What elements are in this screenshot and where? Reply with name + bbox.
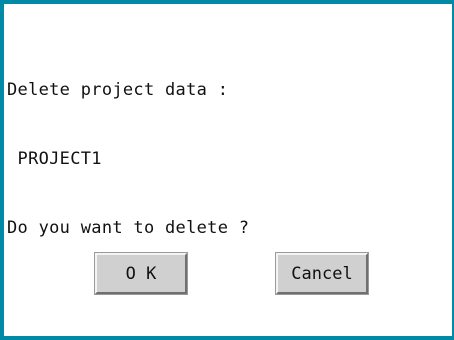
- ok-button[interactable]: O K: [94, 252, 188, 295]
- dialog-frame-top: [0, 0, 454, 4]
- cancel-button[interactable]: Cancel: [275, 252, 369, 295]
- dialog-message: Delete project data : PROJECT1 Do you wa…: [7, 33, 249, 286]
- project-name: PROJECT1: [7, 149, 102, 169]
- dialog-frame-left: [0, 0, 4, 340]
- delete-project-dialog: Delete project data : PROJECT1 Do you wa…: [0, 0, 454, 340]
- confirm-question: Do you want to delete ?: [7, 218, 250, 238]
- message-title: Delete project data :: [7, 80, 229, 100]
- dialog-frame-bottom: [0, 336, 454, 340]
